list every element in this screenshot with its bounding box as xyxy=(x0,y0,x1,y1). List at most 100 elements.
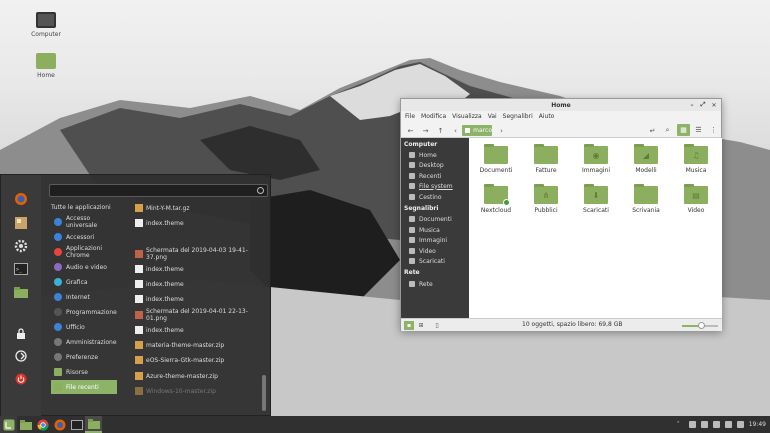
folder-item[interactable]: ⬇ Scaricati xyxy=(573,184,619,214)
hide-sidebar-icon[interactable]: ▯ xyxy=(432,321,442,330)
chrome-icon[interactable] xyxy=(34,416,51,433)
volume-icon[interactable] xyxy=(724,421,732,428)
sidebar-item-filesystem[interactable]: File system xyxy=(409,181,469,191)
places-pane-icon[interactable]: ▪ xyxy=(404,321,414,330)
folder-item[interactable]: Fatture xyxy=(523,144,569,174)
sidebar-item-desktop[interactable]: Desktop xyxy=(409,160,469,170)
files-icon[interactable] xyxy=(11,282,31,302)
desktop-computer[interactable]: Computer xyxy=(23,12,69,38)
menu-go[interactable]: Vai xyxy=(488,113,497,120)
battery-icon[interactable] xyxy=(736,421,744,428)
software-manager-icon[interactable] xyxy=(11,213,31,233)
folder-item[interactable]: ◢ Modelli xyxy=(623,144,669,174)
sidebar-item-network[interactable]: Rete xyxy=(409,279,469,289)
up-icon[interactable]: ↑ xyxy=(435,125,446,136)
mint-menu-icon[interactable] xyxy=(0,416,17,433)
toggle-location-icon[interactable]: ↵ xyxy=(647,125,658,136)
chevron-up-icon[interactable]: ˄ xyxy=(677,421,684,428)
recent-file-item[interactable]: Azure-theme-master.zip xyxy=(135,369,259,383)
recent-file-item[interactable]: eOS-Sierra-Gtk-master.zip xyxy=(135,353,259,367)
menu-view[interactable]: Visualizza xyxy=(452,113,482,120)
category-recent-files[interactable]: File recenti xyxy=(51,380,117,394)
category-graphics[interactable]: Grafica xyxy=(51,275,117,289)
category-accessories[interactable]: Accessori xyxy=(51,230,117,244)
folder-item[interactable]: ▤ Video xyxy=(673,184,719,214)
icon-view-button[interactable]: ▦ xyxy=(677,124,690,136)
folder-item[interactable]: Documenti xyxy=(473,144,519,174)
tree-pane-icon[interactable]: ⊞ xyxy=(416,321,426,330)
category-internet[interactable]: Internet xyxy=(51,290,117,304)
sidebar-item-recent[interactable]: Recenti xyxy=(409,171,469,181)
maximize-button[interactable]: ⤢ xyxy=(699,101,707,109)
files-icon[interactable] xyxy=(17,416,34,433)
menu-help[interactable]: Aiuto xyxy=(539,113,555,120)
back-icon[interactable]: ← xyxy=(405,125,416,136)
sidebar-item-videos[interactable]: Video xyxy=(409,246,469,256)
sidebar-item-music[interactable]: Musica xyxy=(409,225,469,235)
firefox-icon[interactable] xyxy=(11,189,31,209)
menu-scrollbar[interactable] xyxy=(262,375,266,411)
recent-file-item[interactable]: Windows-10-master.zip xyxy=(135,384,259,398)
breadcrumb-right-icon[interactable]: › xyxy=(496,125,507,136)
list-view-button[interactable]: ☰ xyxy=(692,124,705,136)
recent-file-item[interactable]: Schermata del 2019-04-01 22-13-01.png xyxy=(135,308,259,322)
recent-file-item[interactable]: index.theme xyxy=(135,292,259,306)
power-icon[interactable] xyxy=(11,369,31,389)
sidebar-item-home[interactable]: Home xyxy=(409,150,469,160)
sidebar-section-network[interactable]: Rete xyxy=(404,269,420,276)
logout-icon[interactable] xyxy=(11,346,31,366)
clock[interactable]: 19:49 xyxy=(749,421,766,428)
menu-file[interactable]: File xyxy=(405,113,415,120)
recent-file-item[interactable]: index.theme xyxy=(135,216,259,230)
sidebar-item-pictures[interactable]: Immagini xyxy=(409,235,469,245)
close-button[interactable]: ✕ xyxy=(710,101,718,109)
desktop-home[interactable]: Home xyxy=(23,53,69,79)
category-preferences[interactable]: Preferenze xyxy=(51,350,117,364)
category-administration[interactable]: Amministrazione xyxy=(51,335,117,349)
folder-item[interactable]: ⋔ Pubblici xyxy=(523,184,569,214)
sidebar-section-bookmarks[interactable]: Segnalibri xyxy=(404,205,438,212)
recent-file-item[interactable]: Mint-Y-M.tar.gz xyxy=(135,201,259,215)
network-icon[interactable] xyxy=(700,421,708,428)
category-audio-video[interactable]: Audio e video xyxy=(51,260,117,274)
terminal-icon[interactable]: >_ xyxy=(11,259,31,279)
recent-file-item[interactable]: index.theme xyxy=(135,323,259,337)
window-titlebar[interactable]: Home – ⤢ ✕ xyxy=(401,99,721,111)
folder-item[interactable]: Scrivania xyxy=(623,184,669,214)
sidebar-item-trash[interactable]: Cestino xyxy=(409,192,469,202)
breadcrumb-home[interactable]: marco xyxy=(462,125,492,136)
menu-search-input[interactable] xyxy=(49,184,268,197)
category-programming[interactable]: Programmazione xyxy=(51,305,117,319)
folder-item[interactable]: ◉ Immagini xyxy=(573,144,619,174)
zoom-handle[interactable] xyxy=(698,322,706,329)
menu-bookmarks[interactable]: Segnalibri xyxy=(503,113,533,120)
category-places[interactable]: Risorse xyxy=(51,365,117,379)
folder-item[interactable]: ♫ Musica xyxy=(673,144,719,174)
recent-file-item[interactable]: index.theme xyxy=(135,277,259,291)
files-window-icon[interactable] xyxy=(85,416,102,433)
recent-file-item[interactable]: index.theme xyxy=(135,262,259,276)
sidebar-item-downloads[interactable]: Scaricati xyxy=(409,256,469,266)
category-accessibility[interactable]: Accesso universale xyxy=(51,215,117,229)
breadcrumb-left-icon[interactable]: ‹ xyxy=(450,125,461,136)
sidebar-item-documents[interactable]: Documenti xyxy=(409,214,469,224)
minimize-button[interactable]: – xyxy=(688,101,696,109)
lock-icon[interactable] xyxy=(11,323,31,343)
update-icon[interactable] xyxy=(712,421,720,428)
firefox-icon[interactable] xyxy=(51,416,68,433)
category-chrome-apps[interactable]: Applicazioni Chrome xyxy=(51,245,117,259)
folder-item[interactable]: Nextcloud xyxy=(473,184,519,214)
category-all[interactable]: Tutte le applicazioni xyxy=(51,200,117,214)
sidebar-section-computer[interactable]: Computer xyxy=(404,141,437,148)
forward-icon[interactable]: → xyxy=(420,125,431,136)
menu-edit[interactable]: Modifica xyxy=(421,113,446,120)
recent-file-item[interactable]: Schermata del 2019-04-03 19-41-37.png xyxy=(135,247,259,261)
shield-icon[interactable] xyxy=(688,421,696,428)
recent-file-item[interactable]: materia-theme-master.zip xyxy=(135,338,259,352)
zoom-slider[interactable] xyxy=(682,322,718,329)
settings-icon[interactable] xyxy=(11,236,31,256)
search-icon[interactable]: ⌕ xyxy=(662,125,673,136)
terminal-icon[interactable] xyxy=(68,416,85,433)
category-office[interactable]: Ufficio xyxy=(51,320,117,334)
compact-view-button[interactable]: ⋮ xyxy=(707,124,720,136)
